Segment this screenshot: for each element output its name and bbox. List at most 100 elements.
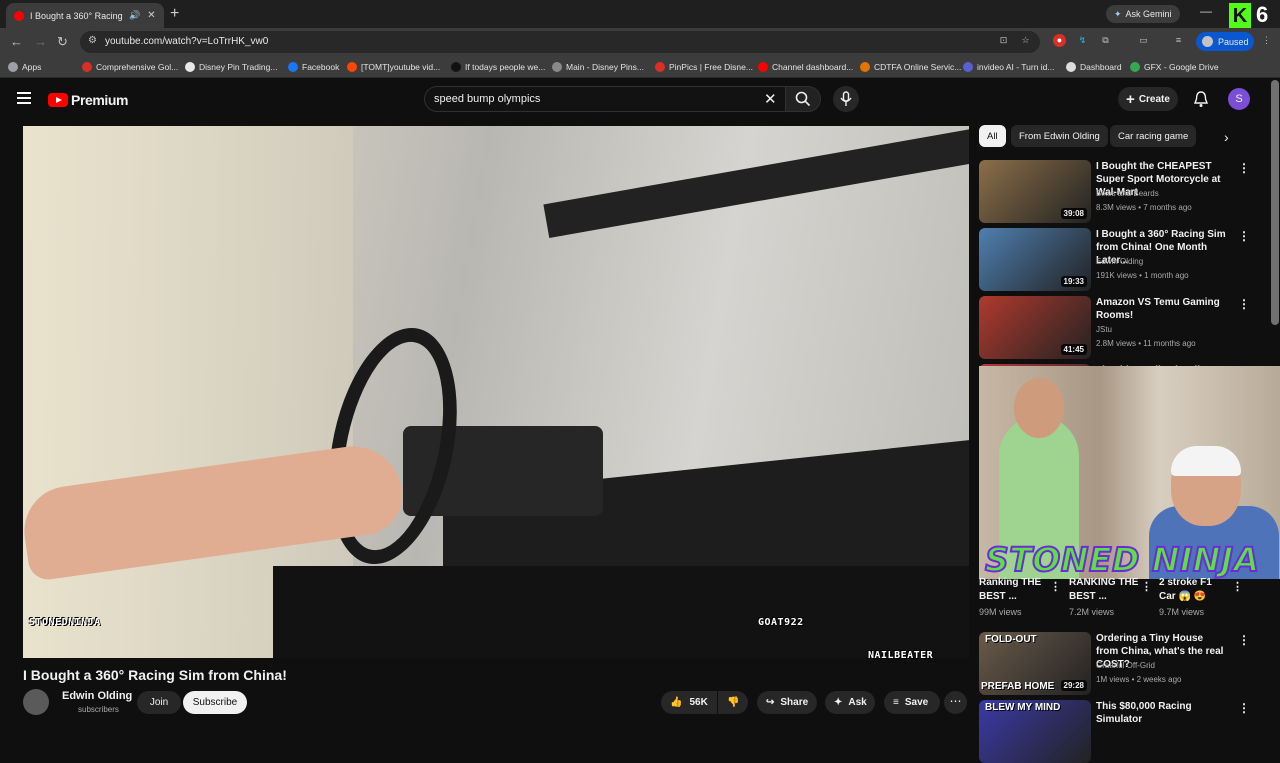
- video-title: I Bought a 360° Racing Sim from China!: [23, 667, 287, 683]
- video-thumbnail[interactable]: 39:08: [979, 160, 1091, 223]
- reload-button[interactable]: ↻: [57, 34, 68, 50]
- bookmark-item[interactable]: Facebook: [288, 61, 339, 73]
- search-button[interactable]: [785, 86, 821, 112]
- bookmark-item[interactable]: CDTFA Online Servic...: [860, 61, 961, 73]
- chip-all[interactable]: All: [979, 125, 1006, 147]
- video-thumbnail[interactable]: FOLD-OUT PREFAB HOME 29:28: [979, 632, 1091, 695]
- video-more-icon[interactable]: ⋮: [1238, 297, 1250, 311]
- dislike-button[interactable]: 👎: [718, 691, 748, 714]
- bookmark-item[interactable]: Main - Disney Pins...: [552, 61, 644, 73]
- short-title-1[interactable]: Ranking THE BEST ...: [979, 576, 1054, 604]
- short-more-icon-3[interactable]: ⋮: [1232, 580, 1243, 593]
- video-thumbnail[interactable]: BLEW MY MIND: [979, 700, 1091, 763]
- new-tab-button[interactable]: +: [170, 5, 179, 23]
- bookmark-item[interactable]: Comprehensive Gol...: [82, 61, 178, 73]
- bookmark-favicon-icon: [1130, 62, 1140, 72]
- bookmark-favicon-icon: [288, 62, 298, 72]
- video-meta: 2.8M views • 11 months ago: [1096, 339, 1196, 348]
- share-label: Share: [780, 697, 809, 708]
- bookmark-label: invideo AI - Turn id...: [977, 62, 1055, 72]
- page-scrollbar[interactable]: [1271, 80, 1279, 325]
- video-title[interactable]: Amazon VS Temu Gaming Rooms!: [1096, 296, 1226, 322]
- youtube-logo-icon[interactable]: [48, 93, 68, 107]
- video-player[interactable]: [23, 126, 969, 658]
- voice-search-button[interactable]: [833, 86, 859, 112]
- short-more-icon-2[interactable]: ⋮: [1141, 580, 1152, 593]
- bookmark-item[interactable]: invideo AI - Turn id...: [963, 61, 1054, 73]
- ask-gemini-button[interactable]: ✦ Ask Gemini: [1106, 5, 1180, 23]
- search-query[interactable]: speed bump olympics: [434, 93, 540, 105]
- video-channel[interactable]: JStu: [1096, 325, 1112, 334]
- bookmark-label: Apps: [22, 62, 42, 72]
- channel-avatar[interactable]: [23, 689, 49, 715]
- premium-label[interactable]: Premium: [71, 92, 129, 108]
- video-channel[interactable]: Bikes and Beards: [1096, 189, 1159, 198]
- short-title-3[interactable]: 2 stroke F1 Car 😱 😍: [1159, 576, 1229, 604]
- bookmark-item[interactable]: PinPics | Free Disne...: [655, 61, 753, 73]
- extension-blue-icon[interactable]: ↯: [1076, 34, 1089, 47]
- video-more-icon[interactable]: ⋮: [1238, 701, 1250, 715]
- profile-paused-button[interactable]: Paused: [1196, 32, 1254, 51]
- join-button[interactable]: Join: [137, 691, 181, 714]
- bookmark-favicon-icon: [860, 62, 870, 72]
- more-actions-icon[interactable]: ⋯: [944, 691, 967, 714]
- browser-menu-icon[interactable]: ⋮: [1260, 34, 1273, 47]
- ask-button[interactable]: ✦ Ask: [825, 691, 875, 714]
- bookmark-star-icon[interactable]: ☆: [1019, 34, 1032, 47]
- minimize-button[interactable]: —: [1200, 4, 1212, 18]
- video-thumbnail[interactable]: 19:33: [979, 228, 1091, 291]
- bookmark-item[interactable]: Dashboard: [1066, 61, 1122, 73]
- clear-search-icon[interactable]: ✕: [764, 90, 777, 108]
- bookmark-item[interactable]: [TOMT]youtube vid...: [347, 61, 440, 73]
- install-app-icon[interactable]: ⊡: [997, 34, 1010, 47]
- share-button[interactable]: ↪ Share: [757, 691, 817, 714]
- bookmark-item[interactable]: If todays people we...: [451, 61, 545, 73]
- subscribe-button[interactable]: Subscribe: [183, 691, 247, 714]
- short-title-2[interactable]: RANKING THE BEST ...: [1069, 576, 1139, 604]
- bookmark-label: Dashboard: [1080, 62, 1122, 72]
- chevron-right-icon[interactable]: ›: [1224, 129, 1229, 145]
- video-thumbnail[interactable]: 41:45: [979, 296, 1091, 359]
- notifications-bell-icon[interactable]: [1192, 90, 1210, 108]
- hamburger-menu-icon[interactable]: [17, 92, 31, 107]
- user-avatar[interactable]: S: [1228, 88, 1250, 110]
- extension-red-icon[interactable]: ●: [1053, 34, 1066, 47]
- bookmark-item[interactable]: GFX - Google Drive: [1130, 61, 1219, 73]
- short-views-3: 9.7M views: [1159, 607, 1205, 617]
- video-more-icon[interactable]: ⋮: [1238, 161, 1250, 175]
- video-desk-front-scene: [273, 566, 969, 658]
- forward-button[interactable]: →: [34, 34, 47, 49]
- chip-car-racing-game[interactable]: Car racing game: [1110, 125, 1197, 147]
- extensions-puzzle-icon[interactable]: ⧉: [1099, 34, 1112, 47]
- overlay-number: 6: [1256, 2, 1269, 27]
- create-button[interactable]: + Create: [1118, 87, 1178, 111]
- video-channel[interactable]: Grateful Off-Grid: [1096, 661, 1155, 670]
- bookmark-label: Facebook: [302, 62, 340, 72]
- save-button[interactable]: ≡ Save: [884, 691, 940, 714]
- bookmark-favicon-icon: [82, 62, 92, 72]
- short-more-icon-1[interactable]: ⋮: [1050, 580, 1061, 593]
- url-text[interactable]: youtube.com/watch?v=LoTrrHK_vw0: [105, 36, 268, 47]
- search-icon: [795, 91, 811, 107]
- bookmark-item[interactable]: Disney Pin Trading...: [185, 61, 277, 73]
- stream-viewer-name-3: NAILBEATER: [868, 650, 934, 661]
- bookmark-item[interactable]: Apps: [8, 61, 41, 73]
- chip-from-channel[interactable]: From Edwin Olding: [1011, 125, 1108, 147]
- close-tab-icon[interactable]: ✕: [147, 10, 155, 21]
- browser-tab[interactable]: I Bought a 360° Racing Sim 🔊 ✕: [6, 3, 164, 28]
- bookmark-label: Comprehensive Gol...: [96, 62, 179, 72]
- bookmark-item[interactable]: Channel dashboard...: [758, 61, 853, 73]
- speaker-icon[interactable]: 🔊: [129, 10, 140, 21]
- channel-name[interactable]: Edwin Olding: [62, 690, 132, 702]
- back-button[interactable]: ←: [10, 34, 23, 49]
- like-button[interactable]: 👍 56K: [661, 691, 717, 714]
- video-title[interactable]: This $80,000 Racing Simulator: [1096, 700, 1226, 726]
- youtube-favicon-icon: [14, 10, 24, 21]
- video-more-icon[interactable]: ⋮: [1238, 633, 1250, 647]
- tab-search-icon[interactable]: ▭: [1137, 34, 1150, 47]
- site-info-icon[interactable]: ⚙: [88, 35, 97, 46]
- video-more-icon[interactable]: ⋮: [1238, 229, 1250, 243]
- video-channel[interactable]: Edwin Olding: [1096, 257, 1143, 266]
- bookmark-label: CDTFA Online Servic...: [874, 62, 962, 72]
- media-control-icon[interactable]: ≡: [1172, 34, 1185, 47]
